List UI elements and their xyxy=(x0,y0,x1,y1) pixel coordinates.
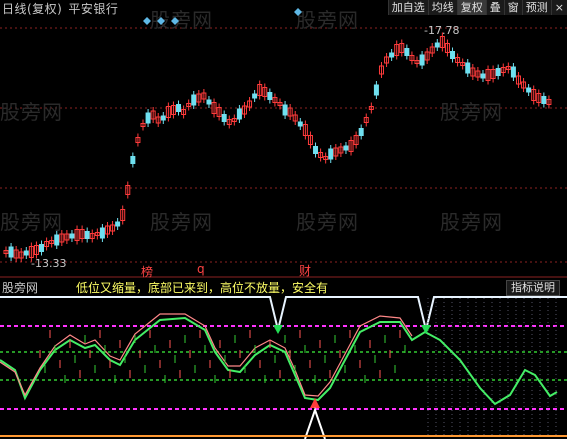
info-marker-icon xyxy=(171,17,179,25)
event-marker-q[interactable]: q xyxy=(197,262,205,276)
indicator-description: 低位又缩量，底部已来到，高位不放量，安全有 xyxy=(76,281,329,295)
event-marker-finance[interactable]: 财 xyxy=(299,262,311,279)
info-marker-icon xyxy=(294,8,302,16)
indicator-name: 股旁网 xyxy=(2,281,39,295)
event-marker-rank[interactable]: 榜 xyxy=(141,263,153,280)
indicator-help-button[interactable]: 指标说明 xyxy=(506,280,560,296)
info-marker-icon xyxy=(143,17,151,25)
high-price-label: -17.78 xyxy=(424,24,460,37)
info-marker-icon xyxy=(157,17,165,25)
low-price-label: -13.33 xyxy=(31,257,67,270)
event-markers xyxy=(143,8,302,25)
